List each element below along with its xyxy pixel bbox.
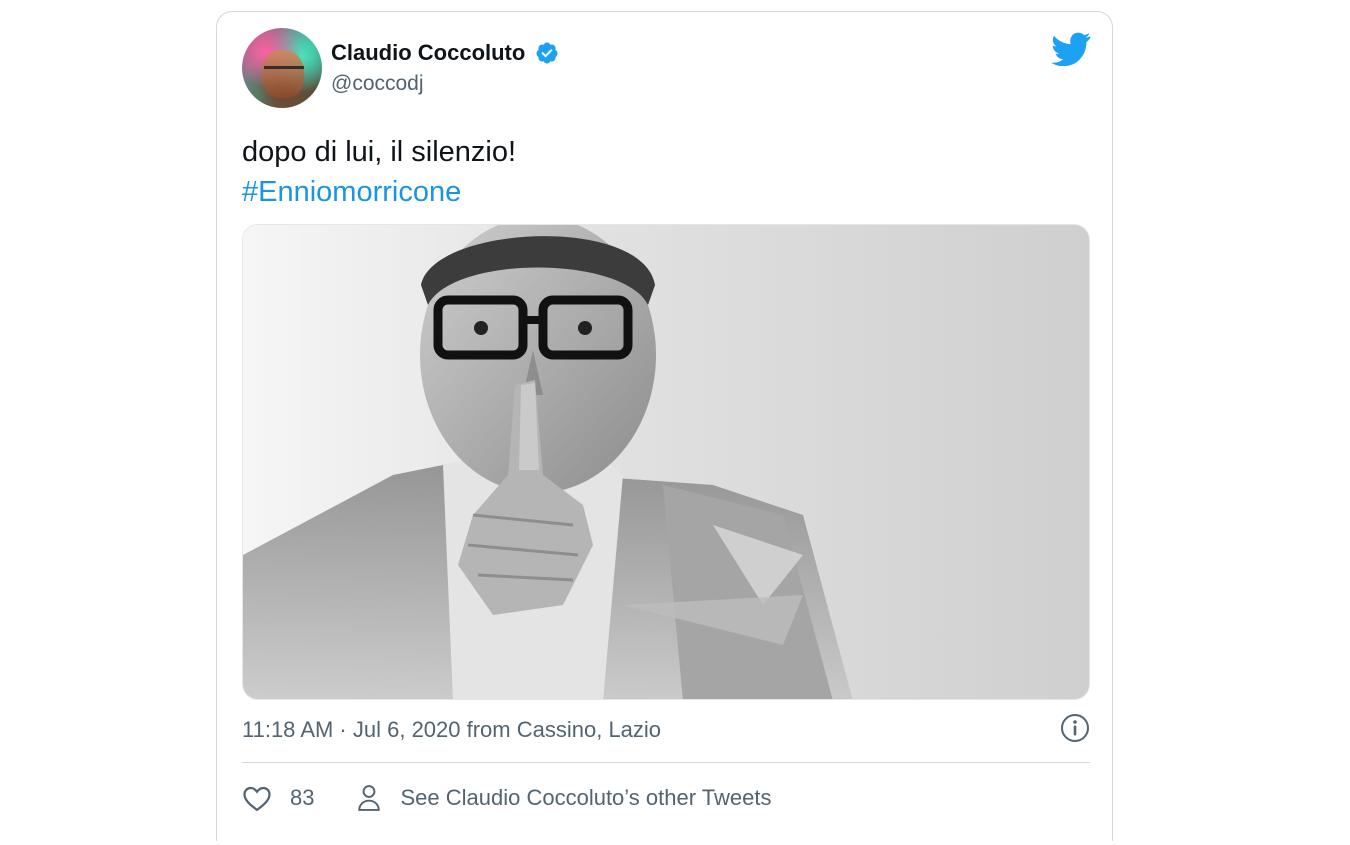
author-handle[interactable]: @coccodj — [331, 72, 559, 96]
tweet-body: dopo di lui, il silenzio! — [242, 136, 517, 168]
like-count: 83 — [290, 785, 315, 810]
heart-icon — [243, 786, 271, 812]
tweet-timestamp[interactable]: 11:18 AM · Jul 6, 2020 from Cassino, Laz… — [242, 717, 661, 743]
author-info[interactable]: Claudio Coccoluto @coccodj — [331, 40, 559, 96]
info-icon[interactable] — [1060, 713, 1090, 743]
tweet-text: dopo di lui, il silenzio! #Enniomorricon… — [242, 132, 516, 212]
person-icon — [358, 785, 381, 811]
author-display-name[interactable]: Claudio Coccoluto — [331, 40, 525, 66]
hashtag-link[interactable]: #Enniomorricone — [242, 172, 516, 212]
tweet-card: Claudio Coccoluto @coccodj dopo di lui, … — [216, 11, 1113, 841]
see-other-tweets-label: See Claudio Coccoluto’s other Tweets — [400, 785, 772, 810]
like-button[interactable]: 83 — [242, 784, 314, 812]
twitter-bird-icon[interactable] — [1051, 32, 1091, 66]
tweet-actions: 83 See Claudio Coccoluto’s other Tweets — [242, 780, 771, 816]
tweet-photo[interactable] — [242, 224, 1090, 700]
avatar-glasses — [264, 66, 304, 79]
portrait-image — [243, 225, 1089, 699]
verified-badge-icon — [536, 42, 558, 64]
footer-divider — [242, 762, 1090, 763]
author-avatar[interactable] — [242, 28, 322, 108]
see-other-tweets-link[interactable]: See Claudio Coccoluto’s other Tweets — [356, 783, 771, 813]
